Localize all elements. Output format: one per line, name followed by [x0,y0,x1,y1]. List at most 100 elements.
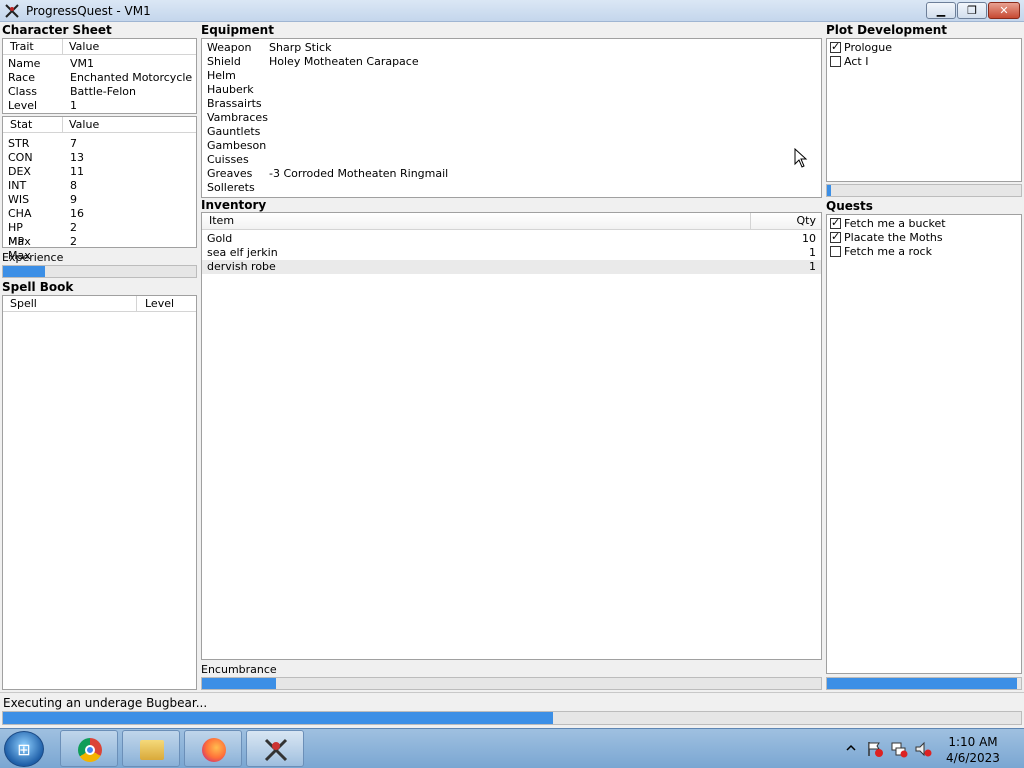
trait-key: Race [8,71,35,84]
spell-list[interactable]: Spell Level [2,295,197,690]
equipment-list[interactable]: Weapon Sharp Stick Shield Holey Motheaten … [201,38,822,198]
window-title: ProgressQuest - VM1 [26,4,151,18]
trait-value: 1 [70,99,77,112]
inventory-qty: 10 [802,232,816,245]
inventory-row[interactable]: dervish robe 1 [202,260,821,274]
file-explorer-icon [140,740,164,760]
plot-act-item[interactable]: Act I [827,55,1021,69]
title-bar[interactable]: ProgressQuest - VM1 ▁ ❐ ✕ [0,0,1024,22]
inventory-list[interactable]: Item Qty Gold 10 sea elf jerkin 1 dervish … [201,212,822,660]
quest-item[interactable]: Fetch me a rock [827,245,1021,259]
taskbar-progressquest[interactable] [246,730,304,767]
equipment-slot: Greaves [207,167,253,180]
show-hidden-icons-chevron-icon[interactable] [846,743,856,753]
stat-value-column-header[interactable]: Value [69,118,99,131]
stat-key: CHA [8,207,32,220]
traits-header: Trait Value [3,39,196,55]
plot-list[interactable]: Prologue Act I [826,38,1022,182]
equipment-item: Holey Motheaten Carapace [269,55,419,68]
taskbar: ⊞ 1:10 AM 4/6/2023 [0,728,1024,768]
inventory-item: sea elf jerkin [207,246,278,259]
system-clock[interactable]: 1:10 AM 4/6/2023 [940,734,1006,766]
trait-key: Name [8,57,41,70]
close-button[interactable]: ✕ [988,2,1020,19]
stat-value: 2 [70,235,77,248]
progressquest-icon [264,738,288,762]
equipment-slot: Brassairts [207,97,262,110]
equipment-slot: Hauberk [207,83,254,96]
equipment-slot: Vambraces [207,111,268,124]
equipment-slot: Cuisses [207,153,249,166]
action-center-flag-icon[interactable] [866,740,884,758]
plot-development-label: Plot Development [826,23,947,37]
act-label: Prologue [844,41,892,54]
minimize-icon: ▁ [936,4,946,17]
inventory-item: Gold [207,232,233,245]
progressquest-icon [5,4,19,18]
experience-label: Experience [2,251,64,264]
stat-value: 7 [70,137,77,150]
maximize-button[interactable]: ❐ [957,2,987,19]
equipment-label: Equipment [201,23,274,37]
task-progress-bar-fill [3,712,553,724]
stat-key: STR [8,137,30,150]
act-label: Act I [844,55,869,68]
stat-value: 2 [70,221,77,234]
chrome-icon [78,738,102,762]
stats-list[interactable]: Stat Value STR 7 CON 13 DEX 11 INT 8 WIS 9 CH… [2,116,197,262]
quests-label: Quests [826,199,873,213]
equipment-slot: Shield [207,55,241,68]
trait-column-header[interactable]: Trait [10,40,34,53]
stat-value: 9 [70,193,77,206]
taskbar-explorer[interactable] [122,730,180,767]
character-sheet-label: Character Sheet [2,23,112,37]
start-button[interactable]: ⊞ [4,731,44,767]
equipment-slot: Helm [207,69,236,82]
equipment-slot: Weapon [207,41,252,54]
stat-key: DEX [8,165,31,178]
inventory-qty: 1 [809,246,816,259]
clock-time: 1:10 AM [948,735,998,749]
quest-label: Fetch me a rock [844,245,932,258]
encumbrance-label: Encumbrance [201,663,277,676]
equipment-slot: Gauntlets [207,125,261,138]
windows-logo-icon: ⊞ [17,740,31,759]
taskbar-chrome[interactable] [60,730,118,767]
main-window: Character Sheet Trait Value Name VM1 Race… [0,22,1024,728]
encumbrance-bar-fill [202,678,277,689]
inventory-row[interactable]: sea elf jerkin 1 [202,246,821,260]
quest-checkbox[interactable] [830,246,841,257]
plot-act-item[interactable]: Prologue [827,40,1021,55]
quest-list[interactable]: Fetch me a bucket Placate the Moths Fetc… [826,214,1022,674]
inventory-item: dervish robe [207,260,276,273]
quest-checkbox[interactable] [830,230,841,244]
spell-book-label: Spell Book [2,280,74,294]
item-column-header[interactable]: Item [209,214,234,227]
volume-muted-icon[interactable] [914,740,932,758]
act-checkbox[interactable] [830,40,841,54]
act-checkbox[interactable] [830,56,841,67]
stat-value: 13 [70,151,84,164]
quest-progress-bar-fill [827,678,1018,689]
trait-key: Level [8,99,38,112]
spell-column-header[interactable]: Spell [10,297,37,310]
stat-value: 16 [70,207,84,220]
network-icon[interactable] [890,740,908,758]
value-column-header[interactable]: Value [69,40,99,53]
level-column-header[interactable]: Level [145,297,174,310]
qty-column-header[interactable]: Qty [797,214,816,227]
task-progress-bar [2,711,1022,725]
quest-label: Placate the Moths [844,231,943,244]
close-icon: ✕ [999,4,1009,17]
quest-item[interactable]: Fetch me a bucket [827,216,1021,231]
minimize-button[interactable]: ▁ [926,2,956,19]
task-status-text: Executing an underage Bugbear... [3,696,208,710]
inventory-row[interactable]: Gold 10 [202,232,821,246]
traits-list[interactable]: Trait Value Name VM1 Race Enchanted Motorc… [2,38,197,114]
experience-bar-fill [3,266,46,277]
stat-column-header[interactable]: Stat [10,118,32,131]
status-divider [0,692,1024,693]
quest-item[interactable]: Placate the Moths [827,230,1021,245]
quest-checkbox[interactable] [830,216,841,230]
taskbar-firefox[interactable] [184,730,242,767]
